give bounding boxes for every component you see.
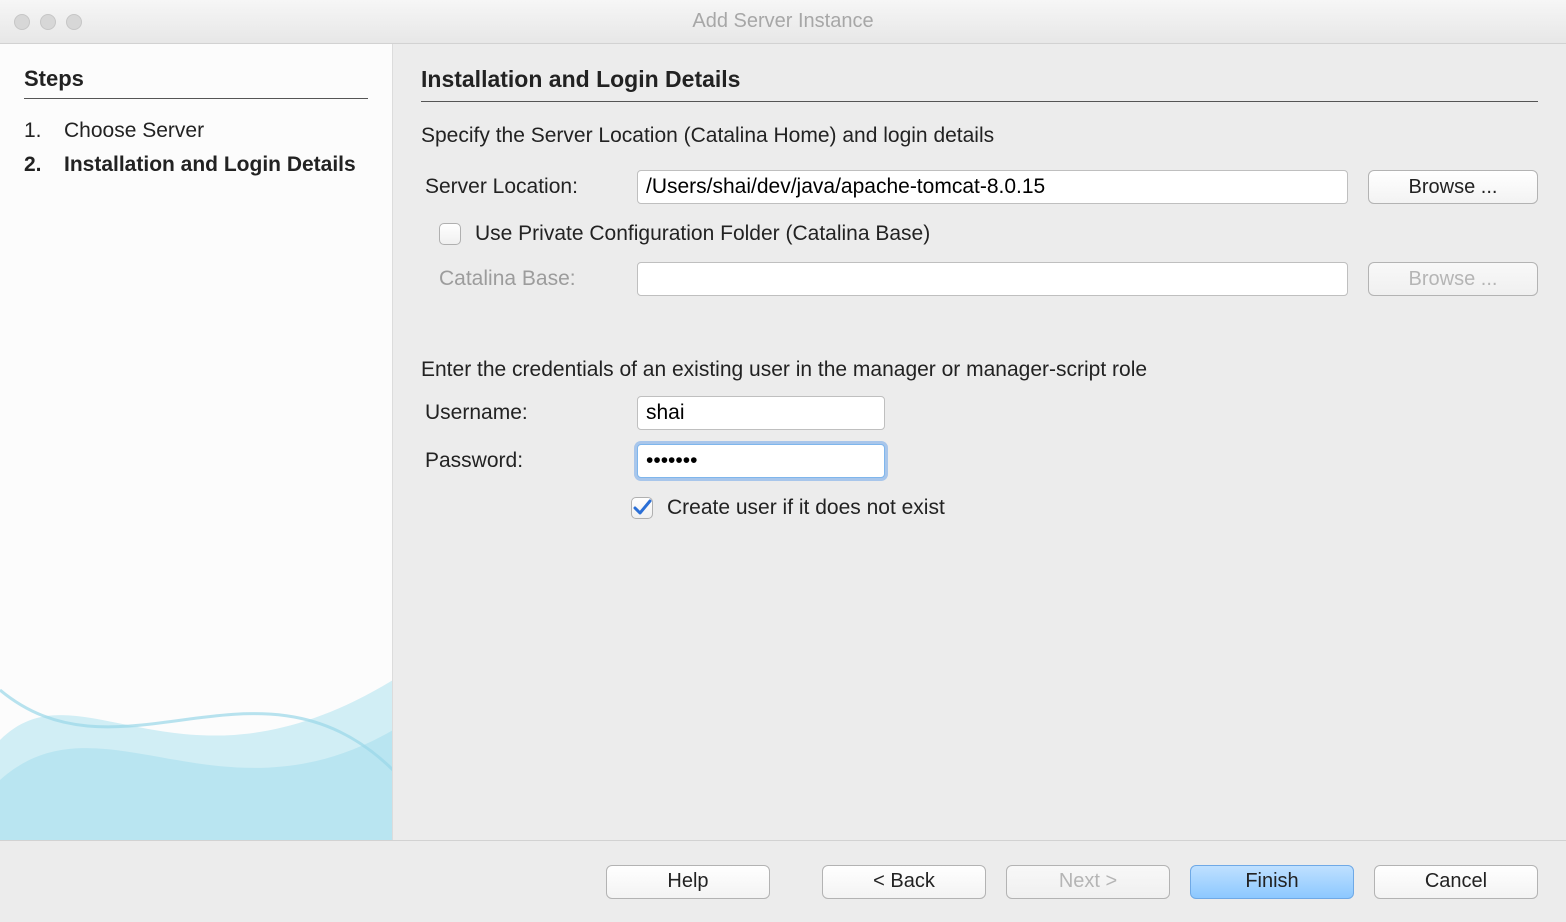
username-label: Username: [421,401,617,425]
server-location-row: Server Location: Browse ... [421,170,1538,204]
password-input[interactable] [637,444,885,478]
step-label: Installation and Login Details [64,151,368,179]
cancel-button[interactable]: Cancel [1374,865,1538,899]
wizard-footer: Help < Back Next > Finish Cancel [0,840,1566,922]
server-location-description: Specify the Server Location (Catalina Ho… [421,124,1538,148]
step-number: 2. [24,151,64,179]
browse-server-location-button[interactable]: Browse ... [1368,170,1538,204]
server-location-label: Server Location: [421,175,617,199]
window-title: Add Server Instance [0,10,1566,33]
finish-button[interactable]: Finish [1190,865,1354,899]
step-number: 1. [24,117,64,145]
password-row: Password: [421,444,1538,478]
username-row: Username: [421,396,1538,430]
create-user-row: Create user if it does not exist [421,496,1538,520]
create-user-checkbox[interactable] [631,497,653,519]
steps-heading: Steps [24,66,368,99]
next-button: Next > [1006,865,1170,899]
private-config-label: Use Private Configuration Folder (Catali… [475,222,930,246]
back-button[interactable]: < Back [822,865,986,899]
username-input[interactable] [637,396,885,430]
catalina-base-input [637,262,1348,296]
private-config-checkbox[interactable] [439,223,461,245]
steps-sidebar: Steps 1. Choose Server 2. Installation a… [0,44,393,840]
browse-catalina-base-button: Browse ... [1368,262,1538,296]
zoom-window-icon[interactable] [66,14,82,30]
titlebar: Add Server Instance [0,0,1566,44]
password-label: Password: [421,449,617,473]
step-item-installation-login: 2. Installation and Login Details [24,151,368,179]
window-controls [14,14,82,30]
content: Steps 1. Choose Server 2. Installation a… [0,44,1566,840]
main-panel: Installation and Login Details Specify t… [393,44,1566,840]
steps-list: 1. Choose Server 2. Installation and Log… [24,117,368,180]
minimize-window-icon[interactable] [40,14,56,30]
catalina-base-label: Catalina Base: [421,267,617,291]
server-location-input[interactable] [637,170,1348,204]
wizard-wave-decoration [0,620,393,840]
step-item-choose-server: 1. Choose Server [24,117,368,145]
step-label: Choose Server [64,117,368,145]
credentials-description: Enter the credentials of an existing use… [421,358,1538,382]
private-config-row: Use Private Configuration Folder (Catali… [439,222,1538,246]
panel-heading: Installation and Login Details [421,66,1538,102]
catalina-base-row: Catalina Base: Browse ... [421,262,1538,296]
close-window-icon[interactable] [14,14,30,30]
create-user-label: Create user if it does not exist [667,496,945,520]
help-button[interactable]: Help [606,865,770,899]
